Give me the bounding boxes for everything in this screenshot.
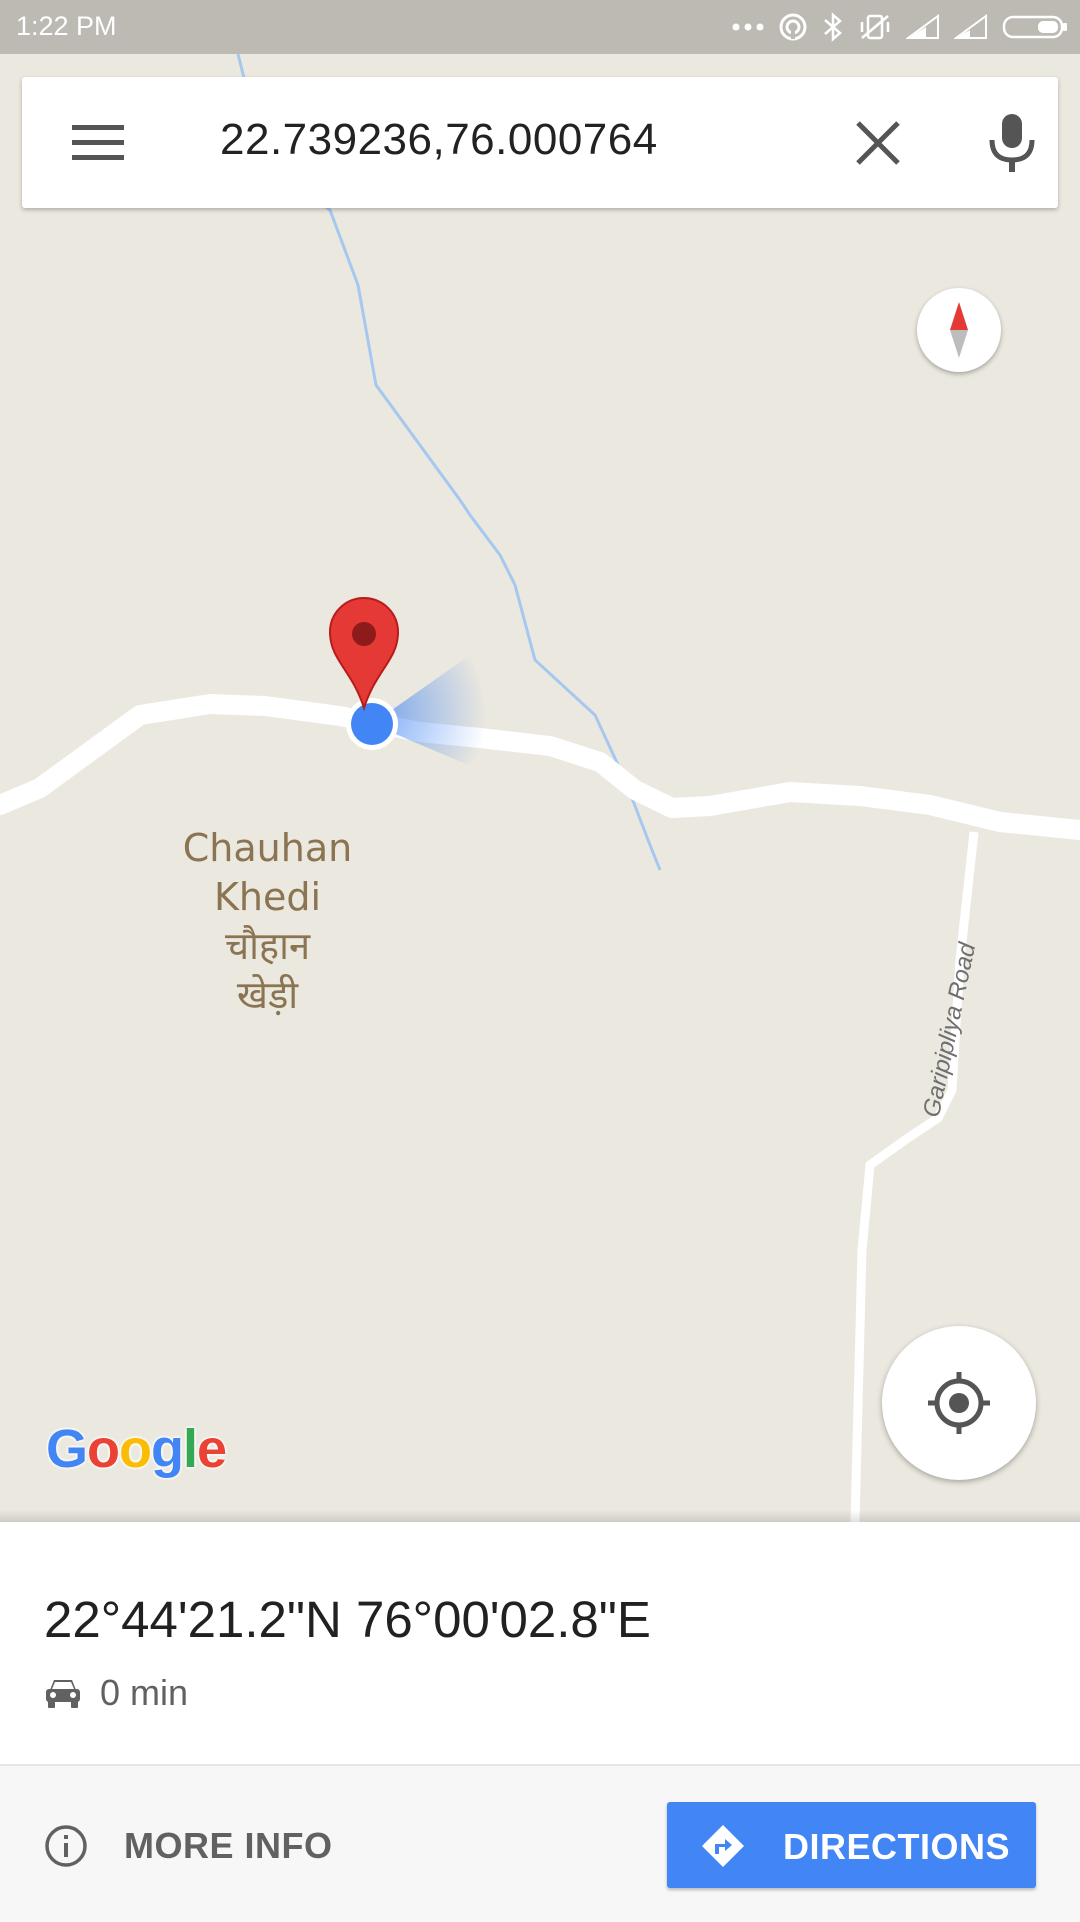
battery-icon — [1002, 15, 1067, 39]
status-icons — [732, 0, 1068, 54]
search-bar: 22.739236,76.000764 — [22, 77, 1058, 208]
logo-letter: G — [46, 1419, 88, 1479]
more-info-label: MORE INFO — [124, 1825, 333, 1866]
logo-letter: o — [119, 1419, 152, 1479]
google-logo: Google — [46, 1418, 227, 1480]
logo-letter: e — [197, 1419, 227, 1479]
coordinates-title: 22°44'21.2"N 76°00'02.8"E — [44, 1591, 651, 1648]
status-bar: 1:22 PM — [0, 0, 1080, 54]
directions-icon — [702, 1825, 744, 1867]
sheet-shadow — [0, 1510, 1080, 1522]
signal-icon — [906, 14, 939, 39]
main-road — [0, 694, 1080, 840]
place-label-line: चौहान — [224, 924, 311, 968]
my-location-button[interactable] — [882, 1326, 1036, 1480]
hotspot-icon — [779, 13, 807, 41]
logo-letter: o — [87, 1419, 120, 1479]
compass-button[interactable] — [917, 288, 1001, 372]
sheet-footer: MORE INFO DIRECTIONS — [0, 1764, 1080, 1922]
more-info-button[interactable]: MORE INFO — [44, 1824, 333, 1868]
status-time: 1:22 PM — [16, 11, 117, 41]
info-icon — [45, 1825, 87, 1867]
search-input[interactable]: 22.739236,76.000764 — [220, 115, 658, 165]
bluetooth-icon — [824, 12, 842, 42]
place-label-line: खेड़ी — [236, 973, 299, 1017]
close-icon[interactable] — [850, 115, 906, 171]
car-icon — [46, 1680, 80, 1708]
eta-text: 0 min — [100, 1672, 189, 1713]
logo-letter: l — [183, 1419, 198, 1479]
signal-icon — [954, 14, 987, 39]
map-view[interactable]: Chauhan Khedi चौहान खेड़ी Garipipliya Ro… — [0, 54, 1080, 1522]
place-label-line: Khedi — [213, 875, 322, 919]
place-label-chauhan-khedi: Chauhan Khedi चौहान खेड़ी — [170, 824, 365, 1020]
menu-icon[interactable] — [70, 115, 126, 171]
directions-label: DIRECTIONS — [783, 1826, 1011, 1867]
logo-letter: g — [151, 1419, 184, 1479]
vibrate-off-icon — [860, 14, 890, 40]
directions-button[interactable]: DIRECTIONS — [667, 1802, 1036, 1888]
crosshair-icon — [928, 1372, 990, 1434]
more-dots-icon — [732, 23, 764, 31]
map-canvas — [0, 54, 1080, 1522]
mic-icon[interactable] — [984, 110, 1040, 176]
location-pin[interactable] — [328, 597, 400, 712]
travel-time: 0 min — [44, 1672, 188, 1714]
place-label-line: Chauhan — [182, 826, 353, 870]
compass-icon — [950, 302, 968, 358]
